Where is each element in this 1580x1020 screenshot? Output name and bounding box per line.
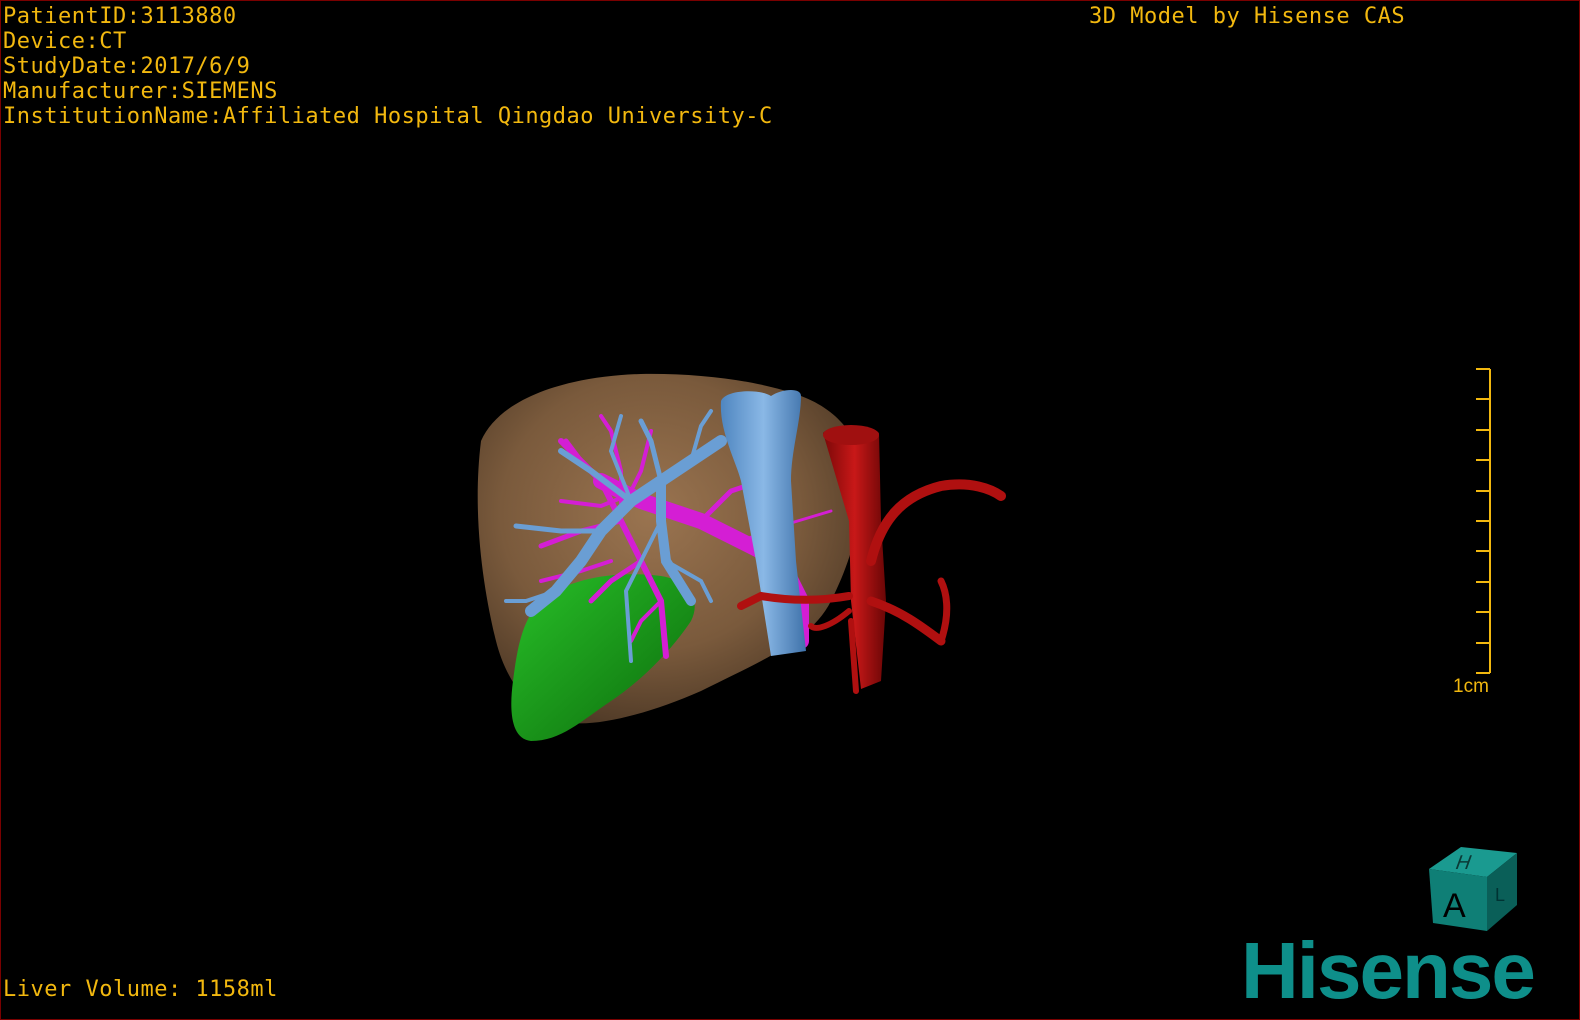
3d-viewport[interactable]: PatientID:3113880 Device:CT StudyDate:20… — [0, 0, 1580, 1020]
scale-ruler — [1476, 368, 1491, 674]
hisense-logo: Hisense — [1241, 926, 1536, 1015]
scale-label: 1cm — [1453, 676, 1489, 697]
cube-front-label: A — [1443, 887, 1466, 925]
orientation-cube-icon[interactable]: H A L — [1421, 839, 1531, 939]
liver-volume-text: Liver Volume: 1158ml — [3, 977, 278, 1002]
cube-side-label: L — [1495, 885, 1505, 905]
liver-3d-model[interactable] — [1, 1, 1580, 1020]
